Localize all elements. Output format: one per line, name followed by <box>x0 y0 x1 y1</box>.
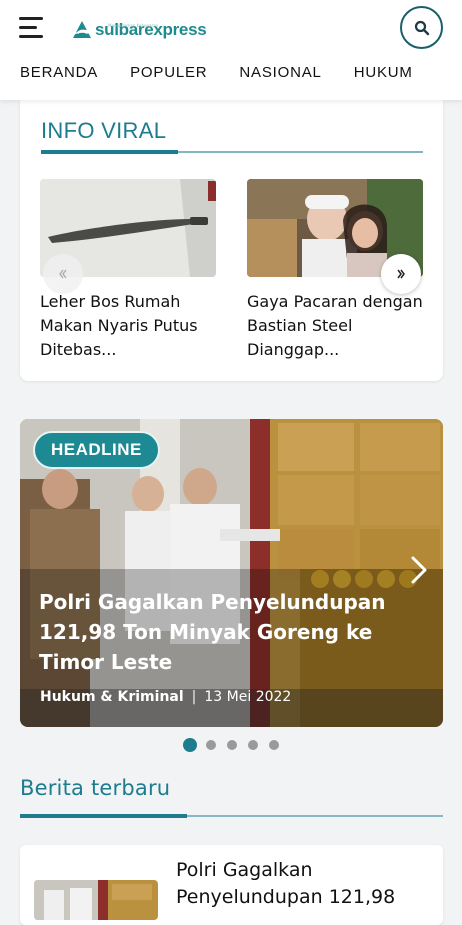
pagination-dot[interactable] <box>206 740 216 750</box>
category-nav: BERANDA POPULER NASIONAL HUKUM <box>20 64 445 88</box>
logo-tagline: Mengabarkan Kebenaran <box>108 23 159 28</box>
headline-slide[interactable]: HEADLINE Polri Gagalkan Penyelundupan 12… <box>20 419 443 727</box>
nav-item-nasional[interactable]: NASIONAL <box>239 64 321 88</box>
nav-item-hukum[interactable]: HUKUM <box>354 64 413 88</box>
meta-separator: | <box>191 689 197 705</box>
pagination-dot[interactable] <box>248 740 258 750</box>
section-divider-accent <box>20 814 187 818</box>
news-item-title[interactable]: Polri Gagalkan Penyelundupan 121,98 <box>176 857 426 911</box>
search-icon <box>414 20 429 35</box>
nav-item-beranda[interactable]: BERANDA <box>20 64 98 88</box>
chevron-right-icon <box>411 556 427 584</box>
headline-meta: Hukum & Kriminal | 13 Mei 2022 <box>40 689 291 705</box>
news-photo <box>34 880 158 920</box>
headline-category[interactable]: Hukum & Kriminal <box>40 689 184 705</box>
chevron-right-icon <box>397 269 405 279</box>
news-list-item[interactable]: Polri Gagalkan Penyelundupan 121,98 <box>20 845 443 925</box>
chevron-left-icon <box>59 269 67 279</box>
pagination-dot-active[interactable] <box>183 738 197 752</box>
app-header: sulbarexpress Mengabarkan Kebenaran BERA… <box>0 0 462 100</box>
info-viral-title: INFO VIRAL <box>41 118 167 143</box>
viral-prev-button[interactable] <box>43 254 83 294</box>
hamburger-menu-icon[interactable] <box>19 16 45 40</box>
headline-title[interactable]: Polri Gagalkan Penyelundupan 121,98 Ton … <box>39 587 419 677</box>
search-button[interactable] <box>400 6 443 49</box>
news-thumbnail <box>34 880 158 920</box>
site-logo[interactable]: sulbarexpress <box>70 16 207 44</box>
headline-next-button[interactable] <box>405 552 433 588</box>
headline-date: 13 Mei 2022 <box>204 689 292 705</box>
headline-badge: HEADLINE <box>33 431 160 469</box>
section-divider-accent <box>41 150 178 154</box>
pagination-dot[interactable] <box>227 740 237 750</box>
berita-terbaru-title: Berita terbaru <box>20 776 171 800</box>
viral-item-title[interactable]: Leher Bos Rumah Makan Nyaris Putus Diteb… <box>40 290 216 362</box>
viral-item-title[interactable]: Gaya Pacaran dengan Bastian Steel Diangg… <box>247 290 423 362</box>
nav-item-populer[interactable]: POPULER <box>130 64 207 88</box>
viral-next-button[interactable] <box>381 254 421 294</box>
info-viral-section: INFO VIRAL Leher Bos Rumah Makan Nyaris <box>20 100 443 381</box>
pagination-dot[interactable] <box>269 740 279 750</box>
logo-mark-icon <box>71 21 93 38</box>
slider-pagination <box>183 738 290 752</box>
